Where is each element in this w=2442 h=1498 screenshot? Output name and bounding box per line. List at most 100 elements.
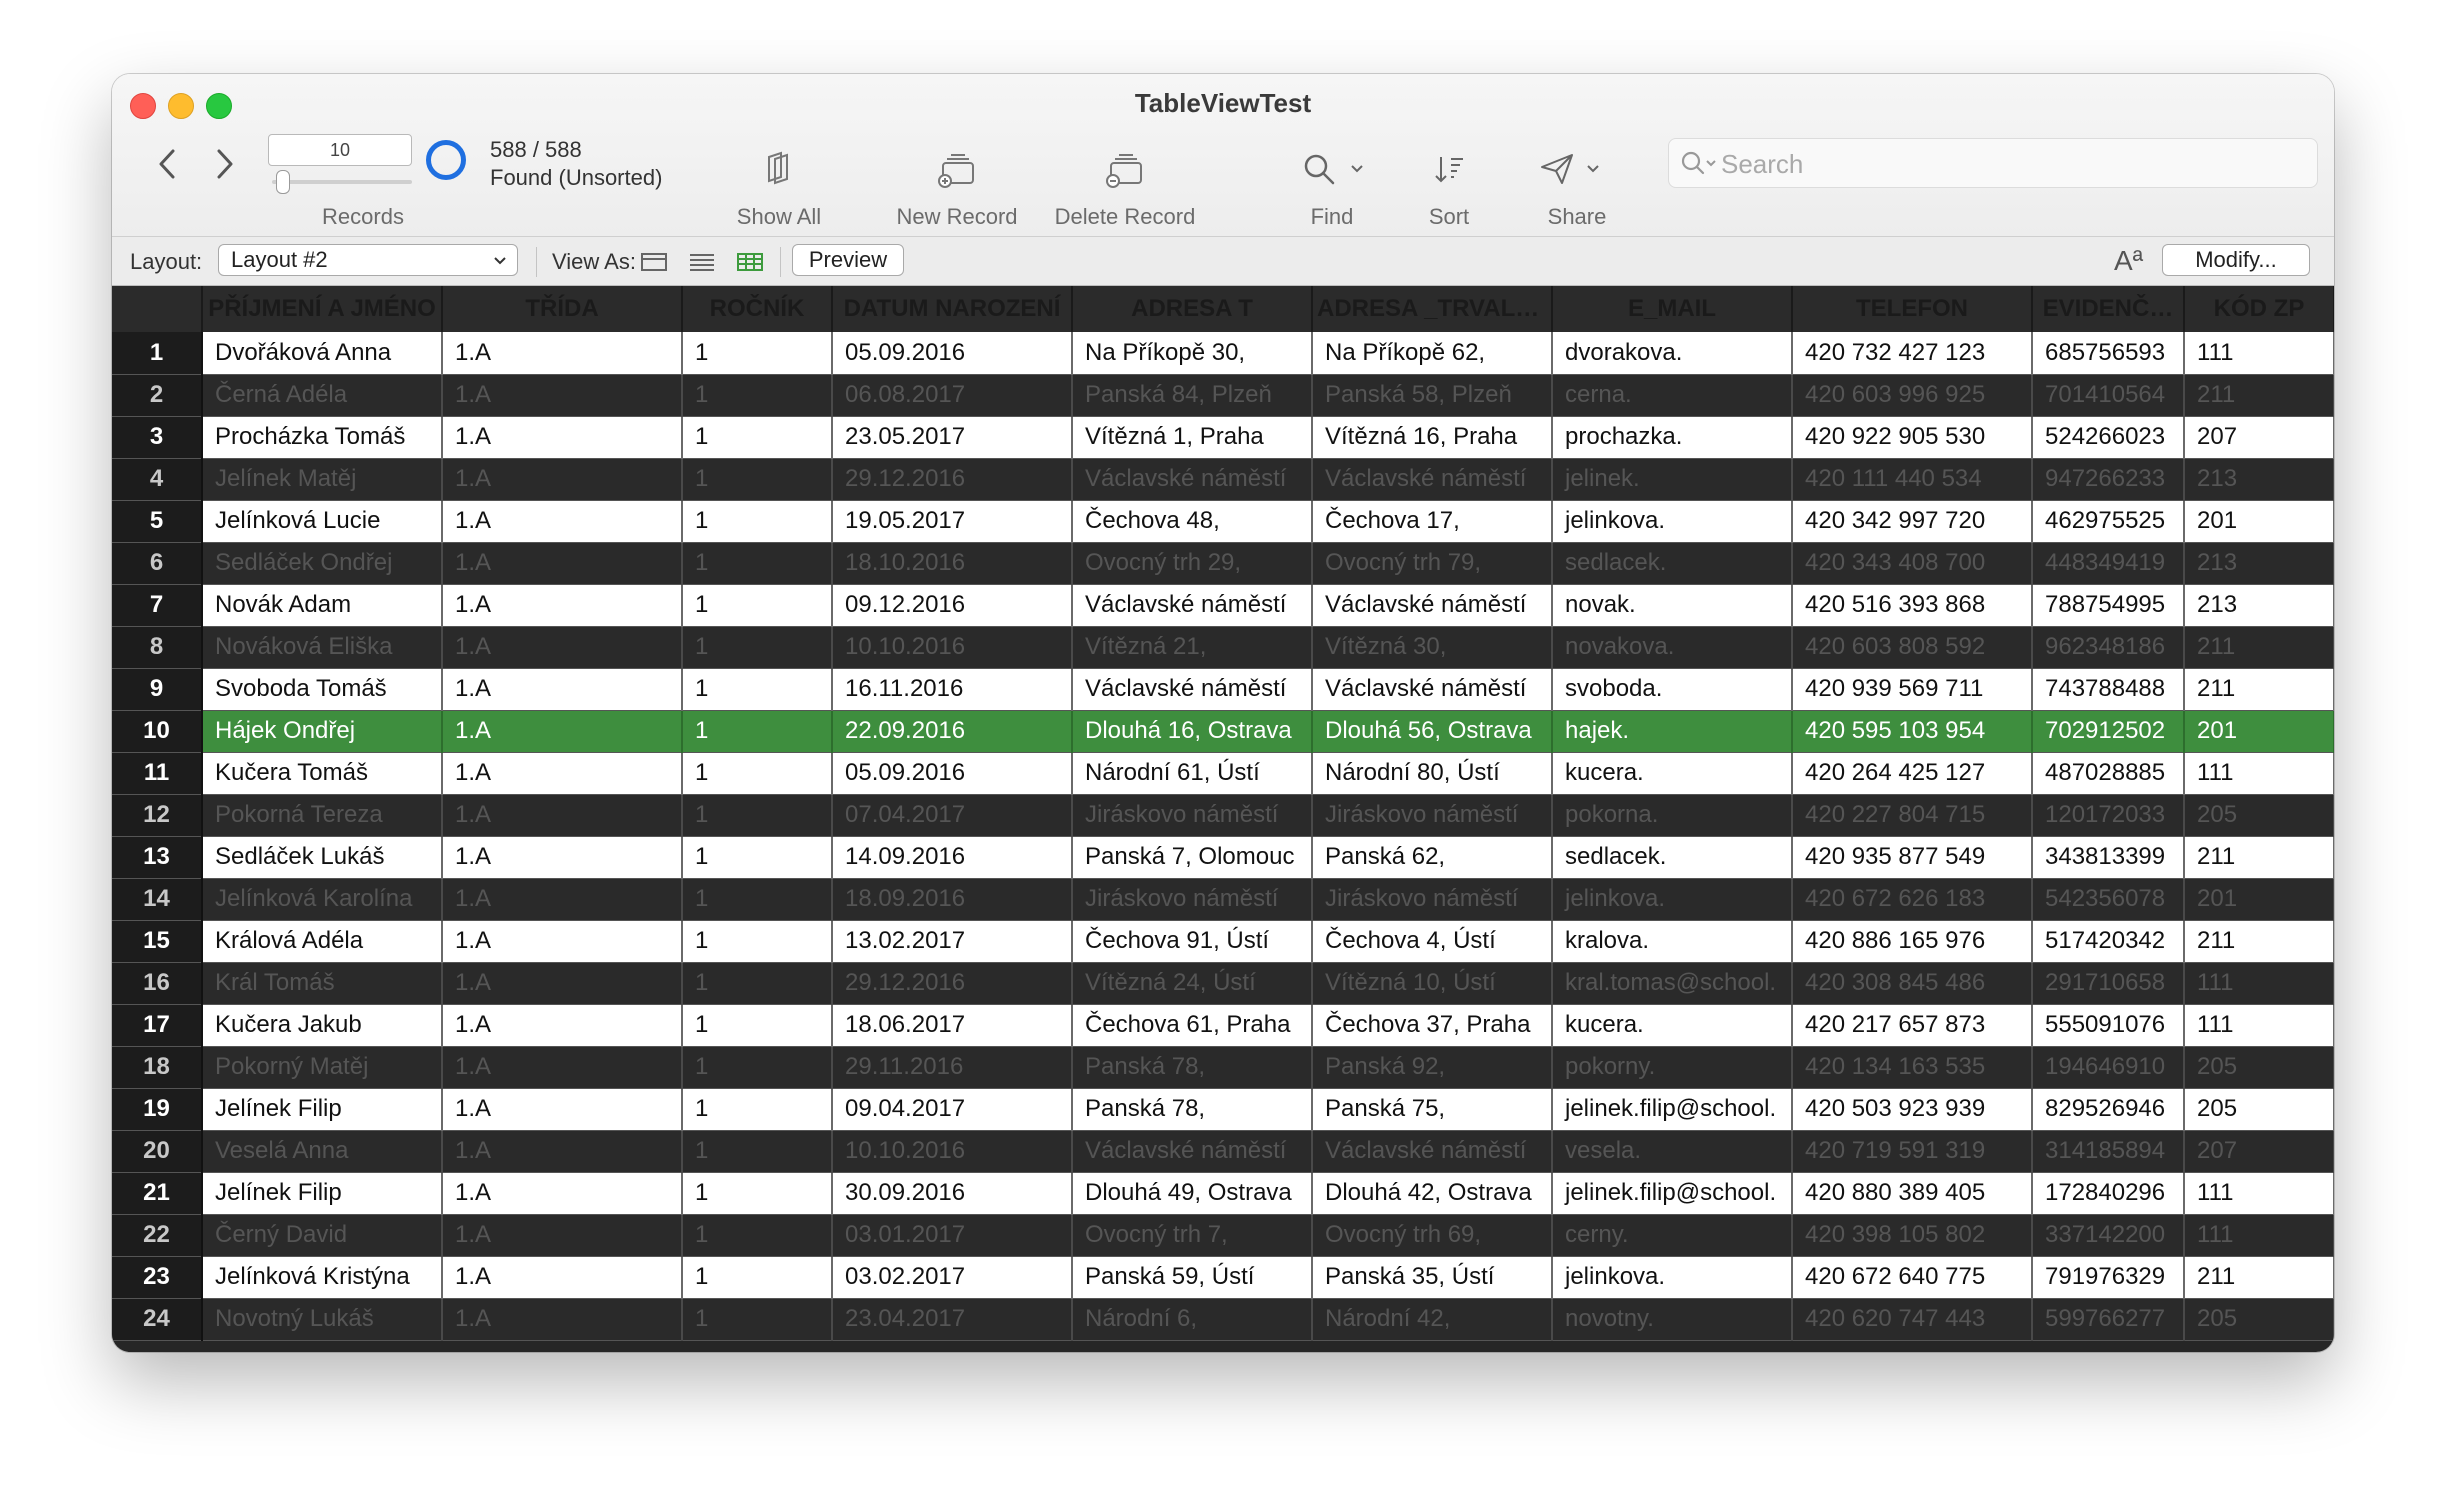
table-row[interactable]: 19 Jelínek Filip 1.A 1 09.04.2017 Panská 78, P… [112, 1088, 2334, 1131]
table-cell-adresa-trv[interactable]: Národní 80, Ústí [1312, 752, 1553, 795]
table-cell-datum[interactable]: 09.12.2016 [832, 584, 1073, 627]
table-cell-rocnik[interactable]: 1 [682, 962, 833, 1005]
table-cell-adresa-trv[interactable]: Panská 35, Ústí [1312, 1256, 1553, 1299]
table-cell-adresa-trv[interactable]: Václavské náměstí [1312, 584, 1553, 627]
table-cell-trida[interactable]: 1.A [442, 1214, 683, 1257]
table-cell-email[interactable]: jelinkova. [1552, 500, 1793, 543]
column-header[interactable]: TŘÍDA [442, 286, 683, 332]
table-cell-evid[interactable]: 962348186 [2032, 626, 2185, 669]
table-cell-kod[interactable]: 111 [2184, 1172, 2334, 1215]
table-cell-datum[interactable]: 07.04.2017 [832, 794, 1073, 837]
table-cell-name[interactable]: Černý David [202, 1214, 443, 1257]
table-cell-rocnik[interactable]: 1 [682, 794, 833, 837]
column-header[interactable]: EVIDENČ… [2032, 286, 2185, 332]
table-cell-evid[interactable]: 120172033 [2032, 794, 2185, 837]
table-cell-trida[interactable]: 1.A [442, 1130, 683, 1173]
table-cell-kod[interactable]: 111 [2184, 332, 2334, 375]
row-number[interactable]: 14 [112, 878, 203, 921]
table-cell-datum[interactable]: 29.12.2016 [832, 458, 1073, 501]
table-cell-name[interactable]: Dvořáková Anna [202, 332, 443, 375]
table-cell-telefon[interactable]: 420 398 105 802 [1792, 1214, 2033, 1257]
table-cell-adresa-t[interactable]: Václavské náměstí [1072, 668, 1313, 711]
table-cell-kod[interactable]: 205 [2184, 1298, 2334, 1341]
row-number[interactable]: 12 [112, 794, 203, 837]
table-cell-datum[interactable]: 10.10.2016 [832, 626, 1073, 669]
table-cell-evid[interactable]: 291710658 [2032, 962, 2185, 1005]
table-cell-email[interactable]: vesela. [1552, 1130, 1793, 1173]
table-cell-datum[interactable]: 29.11.2016 [832, 1046, 1073, 1089]
table-cell-email[interactable]: novotny. [1552, 1298, 1793, 1341]
table-cell-adresa-trv[interactable]: Národní 42, [1312, 1298, 1553, 1341]
text-format-button[interactable]: Aª [2114, 245, 2143, 277]
table-cell-datum[interactable]: 22.09.2016 [832, 710, 1073, 753]
table-cell-name[interactable]: Novák Adam [202, 584, 443, 627]
table-cell-adresa-t[interactable]: Vítězná 1, Praha [1072, 416, 1313, 459]
table-cell-telefon[interactable]: 420 672 626 183 [1792, 878, 2033, 921]
table-cell-evid[interactable]: 702912502 [2032, 710, 2185, 753]
table-cell-name[interactable]: Hájek Ondřej [202, 710, 443, 753]
table-row[interactable]: 15 Králová Adéla 1.A 1 13.02.2017 Čechova 91,… [112, 920, 2334, 963]
find-button[interactable] [1294, 144, 1344, 194]
table-cell-email[interactable]: svoboda. [1552, 668, 1793, 711]
preview-button[interactable]: Preview [792, 244, 904, 276]
table-cell-datum[interactable]: 13.02.2017 [832, 920, 1073, 963]
table-cell-kod[interactable]: 205 [2184, 1046, 2334, 1089]
table-row[interactable]: 21 Jelínek Filip 1.A 1 30.09.2016 Dlouhá 49, … [112, 1172, 2334, 1215]
table-cell-kod[interactable]: 211 [2184, 626, 2334, 669]
table-row[interactable]: 1 Dvořáková Anna 1.A 1 05.09.2016 Na Příkopě … [112, 332, 2334, 375]
table-cell-adresa-t[interactable]: Ovocný trh 7, [1072, 1214, 1313, 1257]
table-cell-evid[interactable]: 194646910 [2032, 1046, 2185, 1089]
table-cell-name[interactable]: Pokorná Tereza [202, 794, 443, 837]
table-cell-adresa-trv[interactable]: Čechova 37, Praha [1312, 1004, 1553, 1047]
table-cell-email[interactable]: dvorakova. [1552, 332, 1793, 375]
table-cell-adresa-t[interactable]: Národní 61, Ústí [1072, 752, 1313, 795]
table-row[interactable]: 5 Jelínková Lucie 1.A 1 19.05.2017 Čechova 48… [112, 500, 2334, 543]
table-cell-name[interactable]: Král Tomáš [202, 962, 443, 1005]
table-row[interactable]: 10 Hájek Ondřej 1.A 1 22.09.2016 Dlouhá 16, O… [112, 710, 2334, 753]
table-cell-kod[interactable]: 111 [2184, 1214, 2334, 1257]
table-cell-kod[interactable]: 211 [2184, 920, 2334, 963]
table-cell-adresa-trv[interactable]: Dlouhá 42, Ostrava [1312, 1172, 1553, 1215]
table-cell-evid[interactable]: 555091076 [2032, 1004, 2185, 1047]
table-cell-name[interactable]: Veselá Anna [202, 1130, 443, 1173]
table-cell-rocnik[interactable]: 1 [682, 1256, 833, 1299]
table-cell-kod[interactable]: 211 [2184, 836, 2334, 879]
table-cell-rocnik[interactable]: 1 [682, 1046, 833, 1089]
table-cell-name[interactable]: Jelínek Matěj [202, 458, 443, 501]
row-number[interactable]: 6 [112, 542, 203, 585]
table-cell-telefon[interactable]: 420 308 845 486 [1792, 962, 2033, 1005]
table-cell-rocnik[interactable]: 1 [682, 1004, 833, 1047]
table-row[interactable]: 6 Sedláček Ondřej 1.A 1 18.10.2016 Ovocný trh… [112, 542, 2334, 585]
table-cell-telefon[interactable]: 420 732 427 123 [1792, 332, 2033, 375]
table-cell-rocnik[interactable]: 1 [682, 626, 833, 669]
table-cell-email[interactable]: pokorny. [1552, 1046, 1793, 1089]
table-cell-adresa-trv[interactable]: Václavské náměstí [1312, 668, 1553, 711]
table-cell-evid[interactable]: 829526946 [2032, 1088, 2185, 1131]
table-cell-adresa-trv[interactable]: Jiráskovo náměstí [1312, 794, 1553, 837]
table-cell-email[interactable]: sedlacek. [1552, 542, 1793, 585]
table-cell-rocnik[interactable]: 1 [682, 1088, 833, 1131]
table-cell-email[interactable]: novak. [1552, 584, 1793, 627]
search-input[interactable] [1719, 139, 2303, 189]
row-number[interactable]: 24 [112, 1298, 203, 1341]
table-cell-email[interactable]: kucera. [1552, 1004, 1793, 1047]
table-cell-email[interactable]: cerna. [1552, 374, 1793, 417]
table-cell-rocnik[interactable]: 1 [682, 1130, 833, 1173]
table-cell-rocnik[interactable]: 1 [682, 458, 833, 501]
row-number[interactable]: 9 [112, 668, 203, 711]
table-cell-email[interactable]: jelinkova. [1552, 878, 1793, 921]
table-cell-evid[interactable]: 542356078 [2032, 878, 2185, 921]
table-cell-datum[interactable]: 06.08.2017 [832, 374, 1073, 417]
table-cell-adresa-trv[interactable]: Vítězná 30, [1312, 626, 1553, 669]
row-number[interactable]: 5 [112, 500, 203, 543]
table-cell-email[interactable]: jelinek.filip@school. [1552, 1172, 1793, 1215]
table-cell-trida[interactable]: 1.A [442, 878, 683, 921]
view-as-list-button[interactable] [688, 251, 716, 278]
column-header[interactable]: TELEFON [1792, 286, 2033, 332]
table-cell-evid[interactable]: 947266233 [2032, 458, 2185, 501]
table-cell-name[interactable]: Jelínková Kristýna [202, 1256, 443, 1299]
table-cell-kod[interactable]: 213 [2184, 584, 2334, 627]
table-cell-datum[interactable]: 09.04.2017 [832, 1088, 1073, 1131]
table-cell-trida[interactable]: 1.A [442, 1172, 683, 1215]
table-cell-adresa-trv[interactable]: Václavské náměstí [1312, 1130, 1553, 1173]
